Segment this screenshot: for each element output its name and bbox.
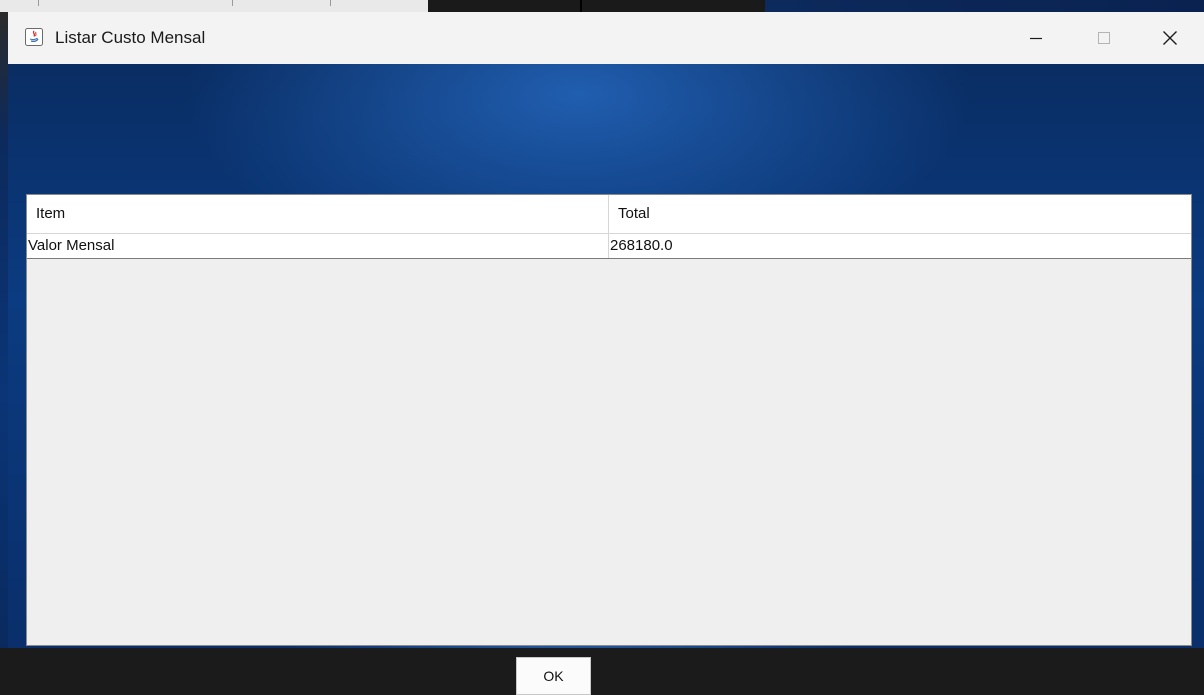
minimize-button[interactable] — [1002, 12, 1070, 64]
column-header-total[interactable]: Total — [609, 195, 1191, 233]
maximize-icon — [1098, 32, 1110, 44]
table-header: Item Total — [27, 195, 1191, 234]
maximize-button[interactable] — [1070, 12, 1138, 64]
background-divider — [580, 0, 582, 12]
minimize-icon — [1030, 37, 1042, 40]
table-row[interactable]: Valor Mensal 268180.0 — [27, 234, 1191, 259]
dialog-window: Listar Custo Mensal Item Total Valor Men… — [8, 12, 1204, 695]
cell-total[interactable]: 268180.0 — [609, 234, 1191, 258]
ok-button[interactable]: OK — [516, 657, 591, 695]
background-divider — [38, 0, 39, 6]
content-background: Item Total Valor Mensal 268180.0 OK — [8, 64, 1204, 695]
close-icon — [1163, 31, 1177, 45]
background-desktop-strip — [0, 0, 1204, 12]
window-title: Listar Custo Mensal — [55, 28, 206, 47]
java-app-icon — [25, 28, 43, 46]
background-desktop-edge — [0, 12, 8, 648]
background-divider — [232, 0, 233, 6]
title-bar[interactable]: Listar Custo Mensal — [8, 12, 1204, 64]
background-divider — [330, 0, 331, 6]
cost-table: Item Total Valor Mensal 268180.0 — [26, 194, 1192, 646]
cell-item[interactable]: Valor Mensal — [27, 234, 609, 258]
column-header-item[interactable]: Item — [27, 195, 609, 233]
close-button[interactable] — [1136, 12, 1204, 64]
